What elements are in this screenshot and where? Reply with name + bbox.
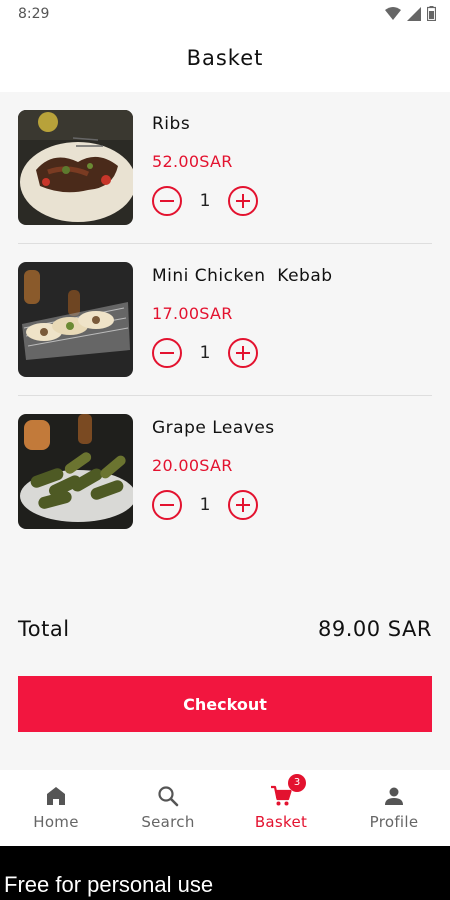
app-header: Basket	[0, 30, 450, 92]
item-price: 20.00SAR	[152, 456, 233, 475]
search-icon	[158, 786, 179, 807]
decrease-quantity-button[interactable]	[152, 490, 182, 520]
home-icon	[47, 787, 65, 805]
nav-item-basket[interactable]: 3 Basket	[225, 770, 337, 846]
basket-item: Mini Chicken Kebab 17.00SAR 1	[18, 244, 432, 396]
status-icons	[385, 6, 436, 21]
quantity-value: 1	[199, 343, 211, 363]
nav-item-profile[interactable]: Profile	[338, 770, 450, 846]
footer-text: Free for personal use	[4, 872, 214, 897]
footer-banner: Free for personal use	[0, 846, 450, 900]
quantity-stepper: 1	[152, 186, 262, 216]
total-value: 89.00 SAR	[318, 617, 432, 641]
nav-label: Basket	[254, 813, 308, 831]
quantity-stepper: 1	[152, 338, 262, 368]
increase-quantity-button[interactable]	[228, 338, 258, 368]
item-name: Mini Chicken Kebab	[152, 266, 333, 286]
minus-icon	[160, 200, 174, 202]
quantity-value: 1	[199, 191, 211, 211]
status-bar: 8:29	[0, 0, 450, 30]
item-price: 17.00SAR	[152, 304, 233, 323]
minus-icon	[160, 504, 174, 506]
basket-item: Ribs 52.00SAR 1	[18, 92, 432, 244]
increase-quantity-button[interactable]	[228, 186, 258, 216]
nav-label: Search	[141, 813, 195, 831]
decrease-quantity-button[interactable]	[152, 186, 182, 216]
item-name: Grape Leaves	[152, 418, 275, 438]
quantity-value: 1	[199, 495, 211, 515]
total-label: Total	[18, 617, 70, 641]
basket-item: Grape Leaves 20.00SAR 1	[18, 396, 432, 548]
cart-badge: 3	[288, 774, 306, 792]
chicken-kebab-photo	[18, 262, 133, 377]
minus-icon	[160, 352, 174, 354]
checkout-button[interactable]: Checkout	[18, 676, 432, 732]
nav-item-home[interactable]: Home	[0, 770, 112, 846]
battery-icon	[427, 6, 436, 21]
bottom-nav: Home Search 3 Basket Profile	[0, 770, 450, 846]
nav-label: Profile	[369, 813, 419, 831]
person-icon	[385, 787, 403, 805]
page-title: Basket	[186, 46, 264, 70]
signal-icon	[407, 6, 421, 21]
quantity-stepper: 1	[152, 490, 262, 520]
increase-quantity-button[interactable]	[228, 490, 258, 520]
grape-leaves-photo	[18, 414, 133, 529]
item-name: Ribs	[152, 114, 191, 134]
nav-label: Home	[33, 813, 79, 831]
ribs-photo	[18, 110, 133, 225]
status-time: 8:29	[18, 6, 50, 22]
item-price: 52.00SAR	[152, 152, 233, 171]
nav-item-search[interactable]: Search	[112, 770, 224, 846]
wifi-icon	[385, 6, 401, 20]
decrease-quantity-button[interactable]	[152, 338, 182, 368]
